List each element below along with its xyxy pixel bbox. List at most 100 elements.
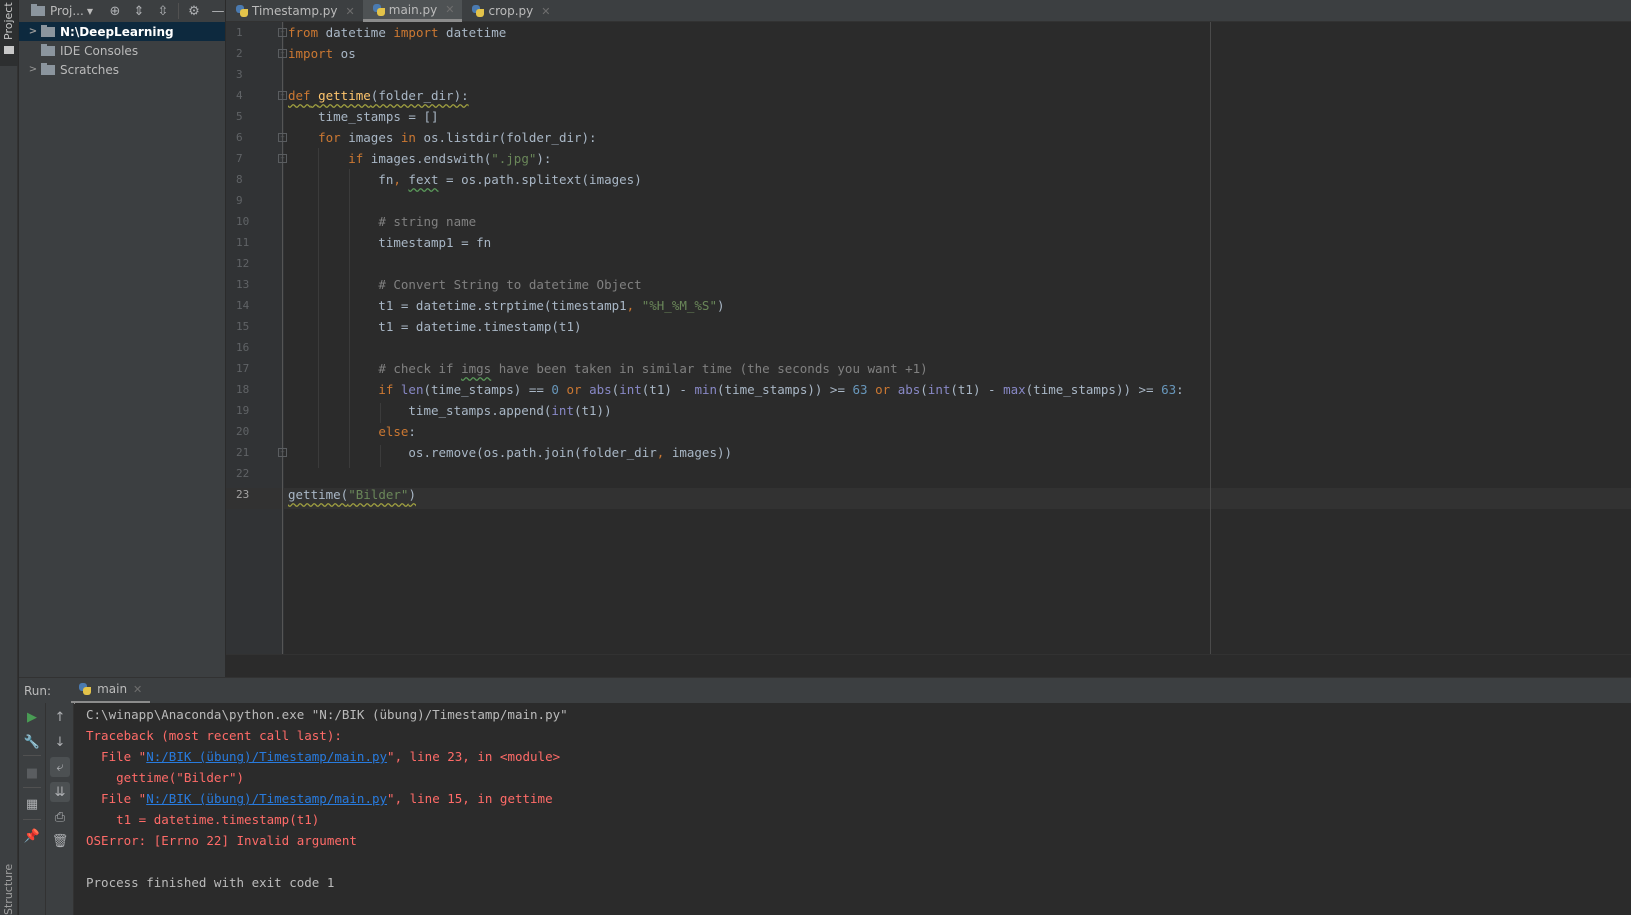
soft-wrap-icon[interactable]: ⤶ [50, 757, 70, 777]
tree-item-label: N:\DeepLearning [60, 24, 174, 39]
exit-message: Process finished with exit code 1 [86, 872, 334, 893]
tree-item-label: IDE Consoles [60, 43, 139, 58]
code-text: time_stamps.append(int(t1)) [288, 403, 612, 418]
code-line[interactable]: 10 # string name [226, 211, 1626, 232]
tab-label: main.py [388, 2, 438, 17]
tree-item-deeplearning[interactable]: > N:\DeepLearning [19, 22, 225, 41]
run-icon[interactable]: ▶ [22, 707, 42, 727]
toolbar-divider [23, 787, 41, 788]
code-text: # check if imgs have been taken in simil… [378, 361, 928, 376]
code-line[interactable]: 5 time_stamps = [] [226, 106, 1626, 127]
error-text: OSError: [Errno 22] Invalid argument [86, 833, 357, 848]
code-line[interactable]: 4 − def gettime(folder_dir): [226, 85, 1626, 106]
line-number: 8 [236, 173, 243, 186]
code-line[interactable]: 9 [226, 190, 1626, 211]
chevron-right-icon[interactable]: > [25, 64, 41, 75]
tree-item-scratches[interactable]: > Scratches [19, 60, 225, 79]
file-link[interactable]: N:/BIK (übung)/Timestamp/main.py [146, 791, 387, 806]
toolbar-divider [23, 755, 41, 756]
code-line[interactable]: 14 t1 = datetime.strptime(timestamp1, "%… [226, 295, 1626, 316]
locate-icon[interactable]: ⊕ [103, 0, 127, 22]
code-line[interactable]: 19 time_stamps.append(int(t1)) [226, 400, 1626, 421]
code-text: else: [378, 424, 416, 439]
pin-icon[interactable]: 📌 [22, 826, 42, 846]
expand-all-icon[interactable]: ⇕ [127, 0, 151, 22]
header-divider [177, 3, 179, 19]
fold-icon[interactable]: − [278, 49, 287, 58]
code-line[interactable]: 17 # check if imgs have been taken in si… [226, 358, 1626, 379]
gear-icon[interactable]: ⚙ [182, 0, 206, 22]
project-view-selector[interactable]: Proj... ▼ [31, 4, 93, 18]
folder-icon [4, 46, 14, 54]
code-line[interactable]: 1 − from datetime import datetime [226, 22, 1626, 43]
close-icon[interactable]: ✕ [445, 3, 454, 16]
traceback-frame: File " N:/BIK (übung)/Timestamp/main.py ",… [86, 788, 553, 809]
line-number: 17 [236, 362, 250, 375]
code-line[interactable]: 21 − os.remove(os.path.join(folder_dir, i… [226, 442, 1626, 463]
tree-item-ide-consoles[interactable]: IDE Consoles [19, 41, 225, 60]
file-link[interactable]: N:/BIK (übung)/Timestamp/main.py [146, 749, 387, 764]
code-line[interactable]: 15 t1 = datetime.timestamp(t1) [226, 316, 1626, 337]
code-line[interactable]: 23 gettime("Bilder") [226, 484, 1626, 505]
layout-icon[interactable]: ▦ [22, 794, 42, 814]
line-number: 7 [236, 152, 243, 165]
trash-icon[interactable]: 🗑 [50, 831, 70, 851]
code-text: t1 = datetime.timestamp(t1) [288, 319, 582, 334]
run-tab-label: main [97, 682, 128, 696]
line-number: 16 [236, 341, 250, 354]
project-view-label: Proj... [50, 4, 84, 18]
code-line[interactable]: 2 − import os [226, 43, 1626, 64]
project-panel: Proj... ▼ ⊕ ⇕ ⇳ ⚙ — > N:\DeepLearning ID… [19, 0, 225, 700]
code-line[interactable]: 18 if len(time_stamps) == 0 or abs(int(t… [226, 379, 1626, 400]
code-line[interactable]: 12 [226, 253, 1626, 274]
line-number: 6 [236, 131, 243, 144]
collapse-all-icon[interactable]: ⇳ [151, 0, 175, 22]
up-arrow-icon[interactable]: ↑ [50, 707, 70, 727]
line-number: 12 [236, 257, 250, 270]
tab-crop-py[interactable]: crop.py ✕ [462, 0, 558, 22]
line-number: 10 [236, 215, 250, 228]
project-panel-header: Proj... ▼ ⊕ ⇕ ⇳ ⚙ — [19, 0, 225, 22]
code-text: for images in os.listdir(folder_dir): [318, 130, 597, 145]
line-number: 13 [236, 278, 250, 291]
code-line[interactable]: 22 [226, 463, 1626, 484]
code-line[interactable]: 8 fn, fext = os.path.splitext(images) [226, 169, 1626, 190]
chevron-right-icon[interactable]: > [25, 26, 41, 37]
code-line[interactable]: 13 # Convert String to datetime Object [226, 274, 1626, 295]
code-line[interactable]: 11 timestamp1 = fn [226, 232, 1626, 253]
close-icon[interactable]: ✕ [133, 683, 142, 696]
code-text: os.remove(os.path.join(folder_dir, image… [288, 445, 733, 460]
print-icon[interactable]: ⎙ [50, 807, 70, 827]
code-text: fn, fext = os.path.splitext(images) [288, 172, 642, 187]
structure-tool-tab[interactable]: Structure [2, 864, 15, 915]
stop-icon[interactable]: ■ [22, 763, 42, 783]
fold-icon[interactable]: − [278, 28, 287, 37]
code-line[interactable]: 16 [226, 337, 1626, 358]
wrench-icon[interactable]: 🔧 [22, 732, 42, 752]
fold-icon[interactable]: − [278, 133, 287, 142]
fold-icon[interactable]: − [278, 91, 287, 100]
code-line[interactable]: 20 else: [226, 421, 1626, 442]
line-number: 14 [236, 299, 250, 312]
traceback-code: t1 = datetime.timestamp(t1) [86, 809, 319, 830]
frame-suffix: ", line 15, in gettime [387, 791, 553, 806]
close-icon[interactable]: ✕ [346, 5, 355, 18]
code-line[interactable]: 6 − for images in os.listdir(folder_dir): [226, 127, 1626, 148]
fold-icon[interactable]: − [278, 448, 287, 457]
run-tab-main[interactable]: main ✕ [71, 678, 151, 704]
console-output[interactable]: C:\winapp\Anaconda\python.exe "N:/BIK (ü… [75, 703, 1631, 915]
frame-prefix: File " [86, 749, 147, 764]
scroll-to-end-icon[interactable]: ⇊ [50, 782, 70, 802]
frame-code: t1 = datetime.timestamp(t1) [86, 812, 320, 827]
code-line[interactable]: 7 − if images.endswith(".jpg"): [226, 148, 1626, 169]
line-number: 4 [236, 89, 243, 102]
project-tool-tab[interactable]: Project [0, 0, 18, 66]
tab-timestamp-py[interactable]: Timestamp.py ✕ [226, 0, 363, 22]
code-line[interactable]: 3 [226, 64, 1626, 85]
fold-icon[interactable]: − [278, 154, 287, 163]
line-number: 2 [236, 47, 243, 60]
tab-main-py[interactable]: main.py ✕ [362, 0, 463, 22]
close-icon[interactable]: ✕ [541, 5, 550, 18]
down-arrow-icon[interactable]: ↓ [50, 732, 70, 752]
horizontal-scrollbar[interactable] [226, 654, 1631, 676]
